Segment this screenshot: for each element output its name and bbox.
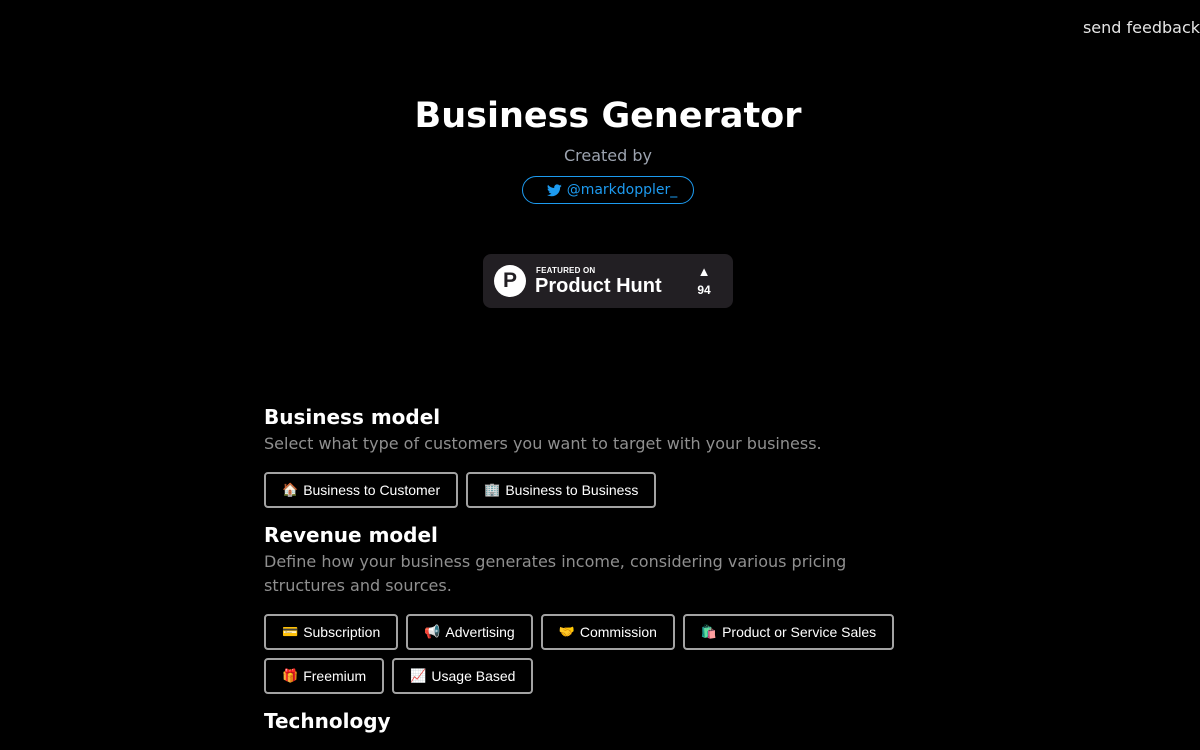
revenue-model-section: Revenue model Define how your business g… [264, 522, 936, 694]
twitter-icon [546, 183, 562, 196]
option-label: Product or Service Sales [722, 624, 877, 640]
revenue-model-options: 💳 Subscription 📢 Advertising 🤝 Commissio… [264, 614, 936, 694]
generator-form: Business model Select what type of custo… [264, 404, 936, 748]
chart-increasing-icon: 📈 [410, 668, 427, 683]
twitter-handle: @markdoppler_ [566, 182, 678, 198]
option-label: Subscription [303, 624, 381, 640]
option-commission[interactable]: 🤝 Commission [540, 614, 675, 650]
option-business-to-business[interactable]: 🏢 Business to Business [466, 472, 657, 508]
business-model-section: Business model Select what type of custo… [264, 404, 936, 508]
option-label: Business to Business [505, 482, 639, 498]
office-building-icon: 🏢 [484, 482, 501, 497]
megaphone-icon: 📢 [424, 624, 441, 639]
upvote-count: 94 [697, 283, 711, 297]
section-description: Define how your business generates incom… [264, 552, 847, 595]
section-title: Revenue model [264, 523, 438, 547]
gift-icon: 🎁 [282, 668, 299, 683]
house-icon: 🏠 [282, 482, 299, 497]
option-subscription[interactable]: 💳 Subscription [264, 614, 399, 650]
option-business-to-customer[interactable]: 🏠 Business to Customer [264, 472, 459, 508]
section-title: Business model [264, 405, 441, 429]
created-by-label: Created by [563, 146, 653, 165]
section-title: Technology [264, 709, 391, 733]
option-label: Advertising [445, 624, 515, 640]
product-hunt-logo-icon: P [494, 265, 526, 297]
twitter-profile-link[interactable]: @markdoppler_ [521, 176, 695, 204]
product-hunt-logo-letter: P [502, 269, 517, 292]
credit-card-icon: 💳 [282, 624, 299, 639]
option-advertising[interactable]: 📢 Advertising [406, 614, 533, 650]
option-label: Business to Customer [303, 482, 441, 498]
shopping-bags-icon: 🛍️ [700, 624, 718, 639]
page: send feedback Business Generator Created… [0, 0, 1200, 750]
product-hunt-featured-label: FEATURED ON [536, 266, 596, 275]
option-usage-based[interactable]: 📈 Usage Based [392, 658, 534, 694]
option-freemium[interactable]: 🎁 Freemium [264, 658, 385, 694]
business-model-options: 🏠 Business to Customer 🏢 Business to Bus… [264, 472, 936, 508]
option-label: Commission [579, 624, 657, 640]
hero: Business Generator Created by @markdoppl… [0, 94, 1200, 204]
product-hunt-badge[interactable]: P FEATURED ON Product Hunt ▲ 94 [483, 254, 733, 308]
upvote-arrow-icon: ▲ [697, 264, 711, 279]
page-title: Business Generator [414, 96, 802, 136]
technology-section: Technology [264, 708, 936, 734]
option-label: Usage Based [431, 668, 516, 684]
send-feedback-link[interactable]: send feedback [1083, 18, 1200, 37]
handshake-icon: 🤝 [558, 624, 575, 639]
option-label: Freemium [303, 668, 367, 684]
product-hunt-name: Product Hunt [535, 275, 662, 297]
section-description: Select what type of customers you want t… [264, 434, 822, 453]
option-product-or-service-sales[interactable]: 🛍️ Product or Service Sales [682, 614, 895, 650]
